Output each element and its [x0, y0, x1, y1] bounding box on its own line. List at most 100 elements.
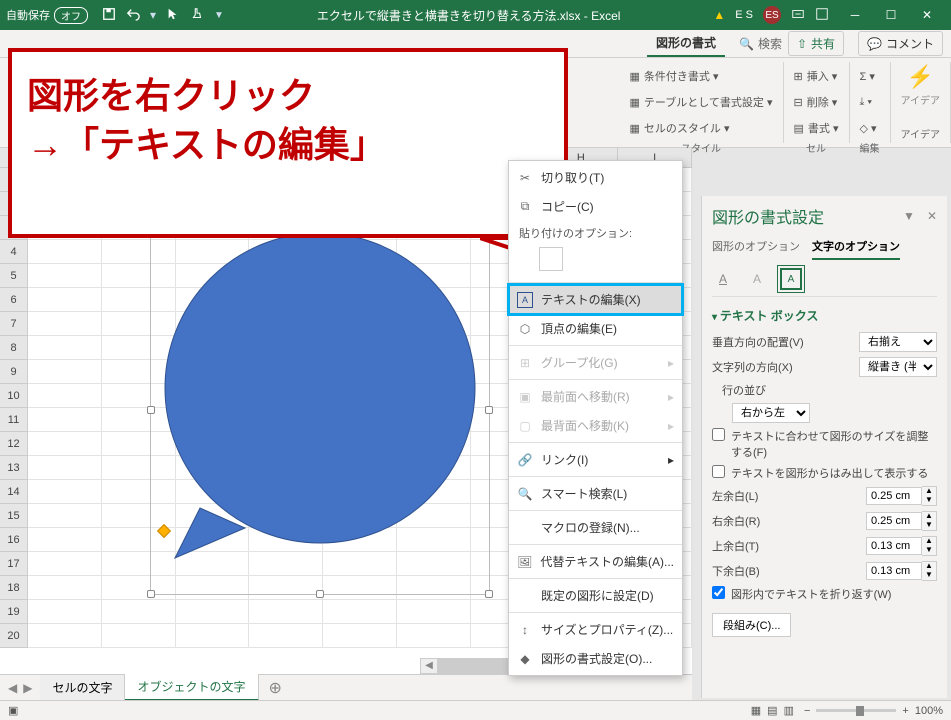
row-header[interactable]: 13 [0, 456, 28, 480]
row-header[interactable]: 19 [0, 600, 28, 624]
ideas-button[interactable]: ⚡ アイデア [901, 64, 941, 107]
zoom-slider-thumb[interactable] [856, 706, 864, 716]
ctx-alt-text[interactable]: 🖼代替テキストの編集(A)... [509, 547, 682, 576]
overflow-checkbox[interactable] [712, 465, 725, 478]
delete-button[interactable]: ⊟削除 ▾ [794, 90, 839, 114]
cell[interactable] [28, 504, 102, 528]
row-header[interactable]: 14 [0, 480, 28, 504]
comment-button[interactable]: 💬コメント [858, 31, 943, 56]
sheet-tab-2[interactable]: オブジェクトの文字 [125, 674, 258, 701]
cell[interactable] [28, 264, 102, 288]
paste-option-button[interactable] [539, 247, 563, 271]
mode-indicator-icon[interactable]: ▣ [8, 704, 18, 717]
add-sheet-button[interactable]: ⊕ [259, 678, 292, 698]
row-header[interactable]: 12 [0, 432, 28, 456]
wrap-checkbox-row[interactable]: 図形内でテキストを折り返す(W) [712, 586, 937, 602]
zoom-slider[interactable] [816, 709, 896, 712]
fill-button[interactable]: ⤓ ▾ [860, 90, 880, 114]
resize-handle[interactable] [147, 406, 155, 414]
ctx-cut[interactable]: ✂切り取り(T) [509, 163, 682, 192]
sheet-tab-1[interactable]: セルの文字 [40, 675, 125, 700]
undo-icon[interactable] [126, 7, 140, 24]
row-order-select[interactable]: 右から左 [732, 403, 810, 423]
row-header[interactable]: 6 [0, 288, 28, 312]
zoom-level[interactable]: 100% [915, 705, 943, 717]
row-header[interactable]: 9 [0, 360, 28, 384]
vertical-align-select[interactable]: 右揃え [859, 332, 937, 352]
cell-styles-button[interactable]: ▦セルのスタイル ▾ [630, 116, 773, 140]
overflow-checkbox-row[interactable]: テキストを図形からはみ出して表示する [712, 465, 937, 481]
shape-selection-frame[interactable] [150, 225, 490, 595]
account-text[interactable]: E S [735, 9, 753, 21]
pane-tab-shape-options[interactable]: 図形のオプション [712, 238, 800, 260]
cell[interactable] [176, 624, 250, 648]
page-layout-view-icon[interactable]: ▤ [767, 704, 777, 717]
format-button[interactable]: ▤書式 ▾ [794, 116, 839, 140]
maximize-button[interactable]: ☐ [873, 0, 909, 30]
close-button[interactable]: ✕ [909, 0, 945, 30]
cell[interactable] [28, 528, 102, 552]
pane-tab-text-options[interactable]: 文字のオプション [812, 238, 900, 260]
zoom-out-button[interactable]: − [804, 705, 810, 717]
autofit-checkbox-row[interactable]: テキストに合わせて図形のサイズを調整する(F) [712, 428, 937, 460]
spin-down[interactable]: ▼ [922, 571, 936, 580]
row-header[interactable]: 16 [0, 528, 28, 552]
sheet-nav-next[interactable]: ▶ [23, 681, 32, 695]
cell[interactable] [28, 312, 102, 336]
minimize-button[interactable]: ─ [837, 0, 873, 30]
account-badge[interactable]: ES [763, 6, 781, 24]
ctx-edit-points[interactable]: ⬡頂点の編集(E) [509, 314, 682, 343]
scroll-left[interactable]: ◀ [421, 659, 437, 673]
ctx-set-default[interactable]: 既定の図形に設定(D) [509, 581, 682, 610]
redo-dropdown-icon[interactable]: ▾ [150, 8, 156, 22]
insert-button[interactable]: ⊞挿入 ▾ [794, 64, 839, 88]
cell[interactable] [397, 624, 471, 648]
spin-down[interactable]: ▼ [922, 521, 936, 530]
ctx-edit-text[interactable]: Aテキストの編集(X) [509, 285, 682, 314]
resize-handle[interactable] [147, 590, 155, 598]
cell[interactable] [249, 624, 323, 648]
text-effects-icon[interactable]: A [746, 268, 768, 290]
ctx-size-props[interactable]: ↕サイズとプロパティ(Z)... [509, 615, 682, 644]
cell[interactable] [28, 408, 102, 432]
autofit-checkbox[interactable] [712, 428, 725, 441]
warning-icon[interactable]: ▲ [713, 8, 725, 22]
ctx-copy[interactable]: ⧉コピー(C) [509, 192, 682, 221]
ribbon-tab-shape-format[interactable]: 図形の書式 [647, 30, 725, 57]
cell[interactable] [102, 624, 176, 648]
row-header[interactable]: 4 [0, 240, 28, 264]
margin-left-input[interactable] [866, 487, 922, 505]
cell[interactable] [28, 384, 102, 408]
cell[interactable] [28, 480, 102, 504]
autosave-toggle[interactable]: 自動保存 オフ [6, 7, 88, 24]
cell[interactable] [28, 552, 102, 576]
clear-button[interactable]: ◇ ▾ [860, 116, 880, 140]
page-break-view-icon[interactable]: ▥ [784, 704, 794, 717]
row-header[interactable]: 17 [0, 552, 28, 576]
sheet-nav-prev[interactable]: ◀ [8, 681, 17, 695]
pane-close-icon[interactable]: ✕ [927, 209, 937, 223]
text-direction-select[interactable]: 縦書き (半… [859, 357, 937, 377]
cell[interactable] [28, 360, 102, 384]
row-header[interactable]: 8 [0, 336, 28, 360]
cell[interactable] [28, 576, 102, 600]
autosum-button[interactable]: Σ ▾ [860, 64, 880, 88]
textbox-section-title[interactable]: テキスト ボックス [712, 307, 937, 324]
resize-handle[interactable] [316, 590, 324, 598]
row-header[interactable]: 10 [0, 384, 28, 408]
ctx-link[interactable]: 🔗リンク(I)▸ [509, 445, 682, 474]
spin-down[interactable]: ▼ [922, 496, 936, 505]
resize-handle[interactable] [485, 406, 493, 414]
margin-right-input[interactable] [866, 512, 922, 530]
ribbon-collapse-icon[interactable] [815, 7, 829, 24]
row-header[interactable]: 18 [0, 576, 28, 600]
margin-bottom-input[interactable] [866, 562, 922, 580]
normal-view-icon[interactable]: ▦ [751, 704, 761, 717]
search-box[interactable]: 🔍 検索 [739, 35, 782, 52]
margin-top-input[interactable] [866, 537, 922, 555]
pointer-icon[interactable] [166, 7, 180, 24]
cell[interactable] [28, 288, 102, 312]
row-header[interactable]: 5 [0, 264, 28, 288]
qat-dropdown-icon[interactable]: ▼ [214, 10, 224, 21]
spin-down[interactable]: ▼ [922, 546, 936, 555]
